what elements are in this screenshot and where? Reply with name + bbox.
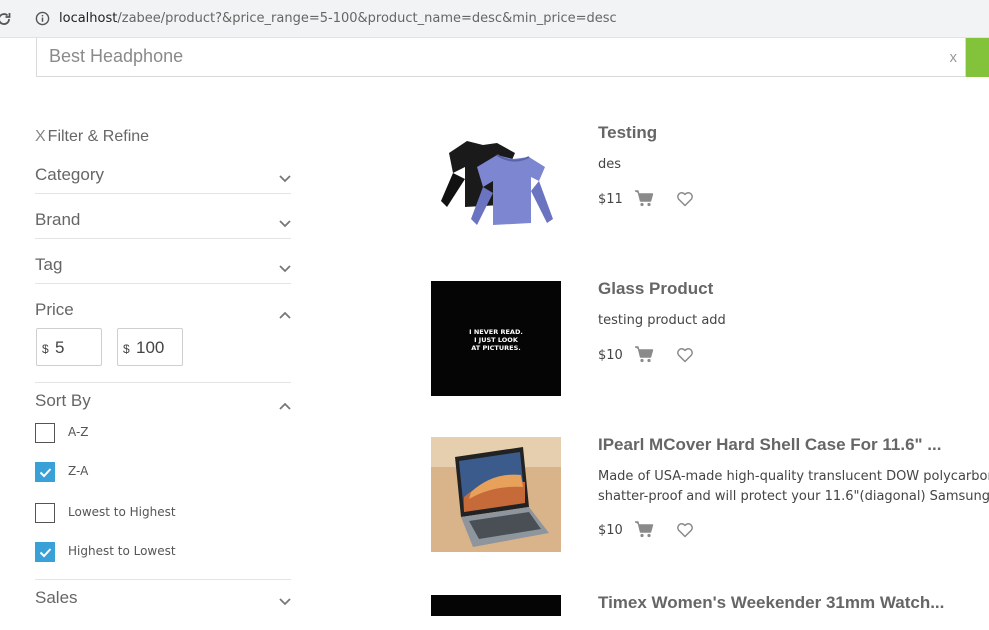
product-card: I NEVER READ. I JUST LOOK AT PICTURES. G… [431,279,989,399]
add-to-cart-icon[interactable] [634,190,654,207]
product-title[interactable]: IPearl MCover Hard Shell Case For 11.6" … [598,435,941,455]
currency-symbol: $ [42,342,49,356]
check-icon [39,548,52,558]
url-host: localhost [59,11,118,26]
product-description: shatter-proof and will protect your 11.6… [598,489,989,504]
min-price-value: 5 [55,338,65,357]
checkbox[interactable] [35,462,55,482]
poster-text: I NEVER READ. I JUST LOOK AT PICTURES. [431,328,561,352]
product-price: $11 [598,192,623,207]
option-label: Z-A [68,464,89,478]
product-image-laptop[interactable] [431,437,561,552]
chevron-up-icon[interactable] [279,311,291,319]
product-card: IPearl MCover Hard Shell Case For 11.6" … [431,435,989,555]
add-to-cart-icon[interactable] [634,346,654,363]
checkbox[interactable] [35,423,55,443]
add-to-cart-icon[interactable] [634,521,654,538]
poster-line: AT PICTURES. [471,344,521,352]
product-description: testing product add [598,313,726,328]
reload-icon[interactable] [0,11,12,27]
url-path: /zabee/product?&price_range=5-100&produc… [117,11,617,26]
filter-section-price: Price $ 5 $ 100 [35,284,291,383]
product-card: Testing des $11 [431,123,989,243]
wishlist-heart-icon[interactable] [676,347,694,363]
close-filter-icon[interactable]: X [35,128,46,145]
checkbox[interactable] [35,542,55,562]
product-description: des [598,157,622,172]
option-label: A-Z [68,425,89,439]
section-title: Category [35,165,104,184]
filter-refine-toggle[interactable]: X Filter & Refine [35,128,149,146]
product-title[interactable]: Timex Women's Weekender 31mm Watch... [598,593,944,613]
browser-toolbar: localhost/zabee/product?&price_range=5-1… [0,0,989,38]
filter-section-brand[interactable]: Brand [35,194,291,239]
filter-section-category[interactable]: Category [35,158,291,194]
chevron-down-icon [279,175,291,183]
product-image-watch[interactable] [431,595,561,616]
currency-symbol: $ [123,342,130,356]
poster-line: I JUST LOOK [474,336,518,344]
chevron-up-icon[interactable] [279,402,291,410]
check-icon [39,468,52,478]
product-price: $10 [598,523,623,538]
section-title[interactable]: Price [35,300,74,320]
product-image-shirts[interactable] [431,123,561,238]
max-price-input[interactable]: $ 100 [117,328,183,366]
wishlist-heart-icon[interactable] [676,522,694,538]
product-description: Made of USA-made high-quality translucen… [598,469,989,484]
filter-section-tag[interactable]: Tag [35,239,291,284]
max-price-value: 100 [136,338,165,357]
clear-search-button[interactable]: x [950,49,958,66]
filter-section-sales[interactable]: Sales [35,580,291,630]
product-card: Timex Women's Weekender 31mm Watch... [431,593,989,616]
chevron-down-icon [279,598,291,606]
product-price: $10 [598,348,623,363]
filter-title: Filter & Refine [47,128,150,145]
search-input[interactable] [49,46,929,67]
product-image-poster[interactable]: I NEVER READ. I JUST LOOK AT PICTURES. [431,281,561,396]
checkbox[interactable] [35,503,55,523]
search-button[interactable] [966,38,989,77]
product-title[interactable]: Glass Product [598,279,713,299]
section-title: Tag [35,255,63,274]
option-label: Lowest to Highest [68,505,176,519]
search-box: x [36,38,966,77]
section-title: Sales [35,588,78,607]
section-title[interactable]: Sort By [35,391,91,411]
wishlist-heart-icon[interactable] [676,191,694,207]
laptop-image [431,437,561,552]
info-icon[interactable] [35,11,50,26]
chevron-down-icon [279,265,291,273]
product-title[interactable]: Testing [598,123,657,143]
poster-line: I NEVER READ. [469,328,523,336]
shirts-image [431,123,561,238]
option-label: Highest to Lowest [68,544,176,558]
chevron-down-icon [279,220,291,228]
url-text[interactable]: localhost/zabee/product?&price_range=5-1… [59,11,617,26]
min-price-input[interactable]: $ 5 [36,328,102,366]
section-title: Brand [35,210,81,229]
